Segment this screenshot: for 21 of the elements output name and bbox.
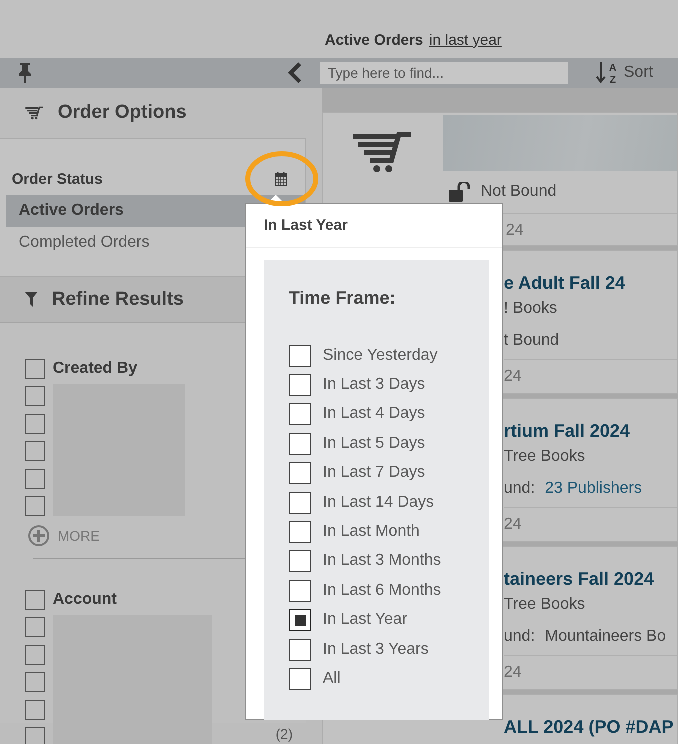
binding-status: t Bound (504, 331, 560, 351)
section-title: Refine Results (52, 288, 184, 310)
order-date: 24 (504, 367, 523, 387)
popover-title: In Last Year (246, 204, 502, 248)
binding-status: und: (504, 627, 536, 647)
account-name: ! Books (504, 299, 558, 319)
account-name: Tree Books (504, 447, 586, 467)
order-date: 24 (505, 221, 525, 241)
status-heading: Order Status (12, 170, 103, 188)
group-label: Account (53, 591, 117, 609)
section-title: Order Options (58, 102, 187, 124)
account-name: Tree Books (504, 595, 586, 615)
order-date: 24 (504, 663, 523, 683)
binding-status: Not Bound (481, 183, 557, 201)
page-title: Active Orders (325, 32, 424, 49)
order-date: 24 (504, 515, 523, 535)
result-count: (2) (276, 727, 293, 742)
panel-heading: Time Frame: (289, 287, 397, 310)
group-label: Created By (53, 360, 138, 378)
binding-status: und: (504, 479, 536, 499)
bound-name: Mountaineers Bo (545, 627, 666, 647)
